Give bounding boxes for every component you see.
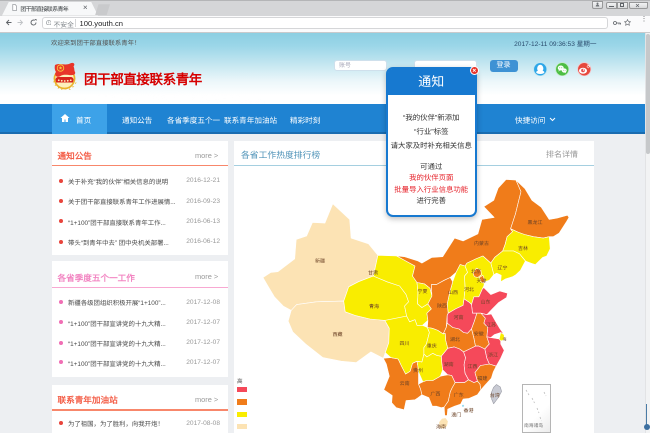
svg-text:重庆: 重庆	[427, 343, 437, 350]
svg-text:新疆: 新疆	[315, 257, 325, 264]
svg-text:辽宁: 辽宁	[497, 264, 507, 271]
svg-text:贵州: 贵州	[413, 367, 423, 374]
svg-text:云南: 云南	[400, 380, 410, 387]
svg-text:安徽: 安徽	[474, 330, 484, 337]
svg-text:江苏: 江苏	[486, 321, 496, 328]
svg-text:陕西: 陕西	[437, 302, 447, 309]
svg-text:四川: 四川	[399, 341, 409, 347]
svg-text:河南: 河南	[453, 314, 463, 321]
svg-text:香港: 香港	[463, 407, 473, 414]
svg-text:山西: 山西	[448, 289, 458, 296]
svg-text:河北: 河北	[464, 286, 474, 293]
svg-text:北京: 北京	[471, 268, 481, 275]
svg-text:广东: 广东	[454, 391, 464, 398]
svg-text:西藏: 西藏	[332, 331, 342, 338]
svg-text:甘肃: 甘肃	[368, 269, 378, 276]
svg-text:海南: 海南	[436, 423, 446, 430]
svg-text:台湾: 台湾	[490, 392, 500, 399]
svg-text:黑龙江: 黑龙江	[527, 219, 542, 226]
svg-text:青海: 青海	[369, 303, 379, 310]
svg-text:宁夏: 宁夏	[417, 288, 427, 295]
svg-text:湖南: 湖南	[444, 361, 454, 368]
svg-text:湖北: 湖北	[450, 336, 460, 343]
svg-text:山东: 山东	[480, 298, 490, 305]
svg-text:天津: 天津	[476, 277, 486, 284]
svg-text:海: 海	[503, 337, 507, 342]
svg-text:福建: 福建	[477, 375, 487, 382]
svg-text:江西: 江西	[467, 363, 477, 370]
svg-text:浙江: 浙江	[488, 352, 498, 359]
svg-text:广西: 广西	[430, 391, 440, 398]
svg-text:内蒙古: 内蒙古	[474, 240, 489, 247]
svg-text:吉林: 吉林	[518, 245, 528, 252]
svg-text:澳门: 澳门	[451, 412, 461, 419]
